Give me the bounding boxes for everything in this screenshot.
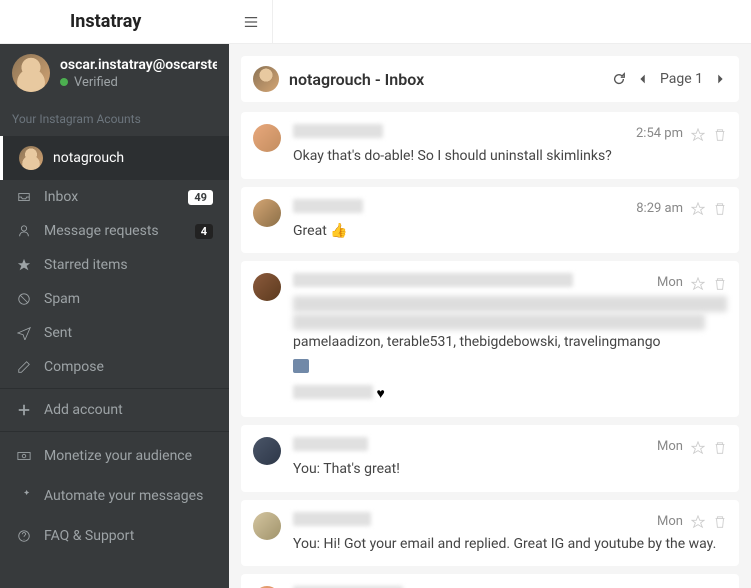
content-area: notagrouch - Inbox Page 1 xxxxxxxx 2:54 … [229, 44, 751, 588]
money-icon [16, 448, 32, 464]
message-text: You: Hi! Got your email and replied. Gre… [293, 535, 727, 555]
hamburger-menu[interactable] [229, 0, 273, 44]
inbox-icon [16, 189, 32, 205]
user-avatar [12, 54, 50, 92]
message-row[interactable]: xxxxxxxxxx xxxxxxxxxx xxxxxxx Mon x x pa… [241, 261, 739, 417]
sender-avatar [253, 124, 281, 152]
magic-icon [16, 488, 32, 504]
message-text: Great 👍 [293, 222, 727, 242]
sender-avatar [253, 273, 281, 301]
user-icon [16, 223, 32, 239]
accounts-section-label: Your Instagram Acounts [0, 102, 229, 136]
group-icon [293, 359, 309, 373]
account-avatar [19, 146, 43, 170]
send-icon [16, 325, 32, 341]
nav-compose[interactable]: Compose [0, 350, 229, 384]
sender-avatar [253, 437, 281, 465]
account-item[interactable]: notagrouch [0, 136, 229, 180]
trash-icon[interactable] [713, 512, 727, 531]
sender-avatar [253, 512, 281, 540]
message-time: 8:29 am [636, 201, 683, 216]
nav-message-requests[interactable]: Message requests 4 [0, 214, 229, 248]
sender-avatar [253, 199, 281, 227]
trash-icon[interactable] [713, 199, 727, 218]
prev-page-icon[interactable] [636, 71, 650, 87]
star-icon[interactable] [691, 199, 705, 218]
heart-icon: ♥ [376, 386, 384, 402]
help-icon [16, 528, 32, 544]
edit-icon [16, 359, 32, 375]
nav-spam[interactable]: Spam [0, 282, 229, 316]
message-row[interactable]: xxxxxx Mon You: Hi! Got your email and r… [241, 500, 739, 567]
message-text: Okay that's do-able! So I should uninsta… [293, 147, 727, 167]
requests-badge: 4 [195, 224, 213, 239]
star-icon[interactable] [691, 512, 705, 531]
inbox-header: notagrouch - Inbox Page 1 [241, 56, 739, 102]
nav-inbox[interactable]: Inbox 49 [0, 180, 229, 214]
trash-icon[interactable] [713, 124, 727, 143]
refresh-icon[interactable] [612, 71, 626, 87]
inbox-badge: 49 [188, 190, 213, 205]
message-row[interactable]: xxxxxxxx 2:54 pm Okay that's do-able! So… [241, 112, 739, 179]
message-time: 2:54 pm [636, 126, 683, 141]
page-label: Page 1 [660, 71, 703, 87]
verified-dot-icon [60, 78, 68, 86]
app-logo: Instatray [0, 11, 229, 32]
user-email: oscar.instatray@oscarstech [60, 57, 217, 73]
star-icon [16, 257, 32, 273]
sidebar: oscar.instatray@oscarstech Verified Your… [0, 44, 229, 588]
inbox-title: notagrouch - Inbox [289, 70, 602, 89]
nav-automate[interactable]: Automate your messages [0, 476, 229, 516]
account-name: notagrouch [53, 150, 124, 166]
message-time: Mon [657, 439, 683, 454]
message-row[interactable]: xxxxxxxxxx Sun You: Haha [241, 574, 739, 588]
add-account-button[interactable]: Add account [0, 393, 229, 427]
inbox-avatar [253, 66, 279, 92]
star-icon[interactable] [691, 437, 705, 456]
ban-icon [16, 291, 32, 307]
trash-icon[interactable] [713, 437, 727, 456]
verified-status: Verified [60, 75, 217, 90]
message-row[interactable]: xxxxxx Mon You: That's great! [241, 425, 739, 492]
star-icon[interactable] [691, 273, 705, 292]
message-row[interactable]: xxxxxx 8:29 am Great 👍 [241, 187, 739, 254]
nav-monetize[interactable]: Monetize your audience [0, 436, 229, 476]
nav-starred[interactable]: Starred items [0, 248, 229, 282]
next-page-icon[interactable] [713, 71, 727, 87]
nav-sent[interactable]: Sent [0, 316, 229, 350]
message-time: Mon [657, 275, 683, 290]
message-text: You: That's great! [293, 460, 727, 480]
message-time: Mon [657, 514, 683, 529]
plus-icon [16, 402, 32, 418]
trash-icon[interactable] [713, 273, 727, 292]
nav-faq[interactable]: FAQ & Support [0, 516, 229, 556]
user-profile[interactable]: oscar.instatray@oscarstech Verified [0, 44, 229, 102]
message-text: x x pamelaadizon, terable531, thebigdebo… [293, 296, 727, 405]
star-icon[interactable] [691, 124, 705, 143]
